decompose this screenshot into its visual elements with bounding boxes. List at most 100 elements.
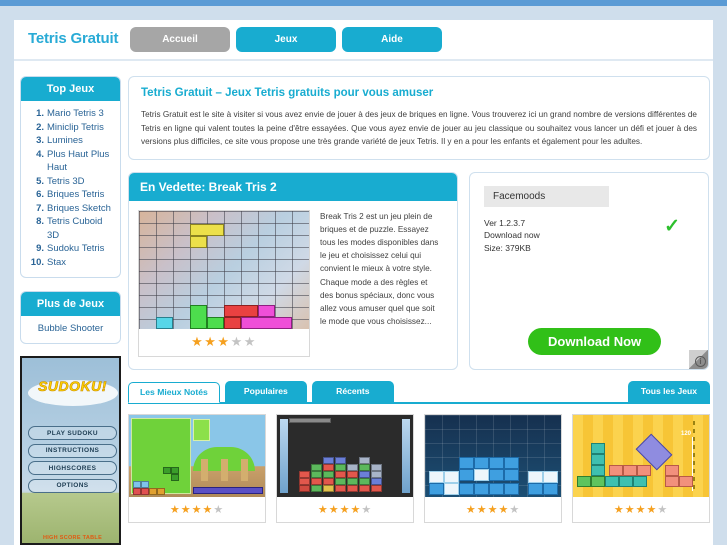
block-ice-blue [489,456,504,469]
sudoku-options-button[interactable]: OPTIONS [28,478,117,493]
brick-green-1 [190,304,207,329]
block-salmon [679,475,693,487]
featured-body: ★★★★★ Break Tris 2 est un jeu plein de b… [129,201,457,369]
sidebar-game-5[interactable]: Tetris 3D [25,175,116,189]
block-green [577,475,591,487]
block-gray [371,463,382,471]
top-games-list: Mario Tetris 3 Miniclip Tetris Lumines P… [25,107,116,269]
block-green [335,463,346,471]
height-label: 120 [680,430,691,437]
advertisement-box: Facemoods Ver 1.2.3.7 Download now Size:… [469,171,709,370]
nav-item-accueil[interactable]: Accueil [130,27,230,52]
sidebar-game-4[interactable]: Plus Haut Plus Haut [25,148,116,175]
block-green [163,466,171,474]
block-gray [371,470,382,478]
star-filled: ★ [498,503,510,516]
block-salmon [637,464,651,476]
status-bar-graphic [193,486,263,494]
sidebar-game-10[interactable]: Stax [25,256,116,270]
top-games-body: Mario Tetris 3 Miniclip Tetris Lumines P… [21,101,120,277]
block-ice-white [543,470,558,483]
sidebar-game-3[interactable]: Lumines [25,134,116,148]
brick-yellow-2 [190,235,207,248]
block-yellow [323,484,334,492]
ad-download-now-text: Download now [484,230,540,240]
game-card-1[interactable]: ★★★★★ [128,413,266,523]
nav-item-jeux[interactable]: Jeux [236,27,336,52]
tab-les-mieux-notes[interactable]: Les Mieux Notés [128,381,220,403]
sudoku-instructions-button[interactable]: INSTRUCTIONS [28,443,117,458]
sudoku-play-button[interactable]: PLAY SUDOKU [28,426,117,440]
ad-inner: Facemoods Ver 1.2.3.7 Download now Size:… [470,173,708,369]
sudoku-ad-footer: HIGH SCORE TABLE [42,535,103,541]
star-filled: ★ [635,503,647,516]
game-thumbnail-1 [129,414,265,497]
ad-info-badge[interactable]: i [689,349,708,369]
star-filled: ★ [191,333,205,349]
block-ice-blue [474,456,489,469]
game-thumbnail-2 [277,414,413,497]
star-filled: ★ [613,503,625,516]
block-ice-blue [528,482,543,495]
sidebar-game-6[interactable]: Briques Tetris [25,188,116,202]
sudoku-highscores-button[interactable]: HIGHSCORES [28,461,117,475]
tab-recents[interactable]: Récents [311,380,394,402]
star-filled: ★ [476,503,488,516]
brick-magenta-2 [241,316,292,329]
download-now-button[interactable]: Download Now [528,327,662,355]
block-green [171,473,179,481]
block-salmon [623,464,637,476]
block-ice-white [429,470,444,483]
sidebar-game-7[interactable]: Briques Sketch [25,202,116,216]
block-ice-white [444,482,459,495]
game-rating-2: ★★★★★ [277,497,413,522]
block-green [335,477,346,485]
block-blue [133,480,141,488]
tab-tous-les-jeux[interactable]: Tous les Jeux [628,380,710,402]
sidebar-game-9[interactable]: Sudoku Tetris [25,242,116,256]
sidebar-game-8[interactable]: Tetris Cuboid 3D [25,215,116,242]
block-red [299,477,310,485]
block-red [299,484,310,492]
ad-size: Size: 379KB [484,242,531,253]
featured-thumbnail-card[interactable]: ★★★★★ [138,209,310,357]
block-blue [359,470,370,478]
checkmark-icon: ✓ [664,215,680,237]
block-red [323,477,334,485]
game-thumbnail-4: 120 [573,414,709,497]
sidebar-game-2[interactable]: Miniclip Tetris [25,121,116,135]
block-red [347,470,358,478]
sidebar-link-bubble-shooter[interactable]: Bubble Shooter [21,316,120,343]
ad-product-title: Facemoods [484,185,609,207]
block-ice-white [474,468,489,481]
intro-panel: Tetris Gratuit – Jeux Tetris gratuits po… [128,76,710,160]
sidebar-game-1[interactable]: Mario Tetris 3 [25,107,116,121]
featured-game-screenshot [139,210,309,329]
block-red [323,463,334,471]
star-filled: ★ [350,503,362,516]
star-empty: ★ [243,333,257,349]
featured-panel: En Vedette: Break Tris 2 ★★★★★ Break Tri… [128,171,458,370]
star-filled: ★ [191,503,203,516]
star-filled: ★ [339,503,351,516]
top-games-panel: Top Jeux Mario Tetris 3 Miniclip Tetris … [20,76,121,278]
block-orange [149,487,157,495]
game-rating-1: ★★★★★ [129,497,265,522]
game-card-2[interactable]: ★★★★★ [276,413,414,523]
sudoku-ad-banner[interactable]: SUDOKU! PLAY SUDOKU INSTRUCTIONS HIGHSCO… [20,356,121,545]
tab-populaires[interactable]: Populaires [224,380,307,402]
brick-green-2 [207,316,224,329]
block-orange [157,487,165,495]
block-teal [619,475,633,487]
star-filled: ★ [180,503,192,516]
star-empty: ★ [657,503,669,516]
block-salmon [609,464,623,476]
nav-item-aide[interactable]: Aide [342,27,442,52]
block-green [171,466,179,474]
star-filled: ★ [624,503,636,516]
block-salmon [665,464,679,476]
block-green [323,470,334,478]
site-brand[interactable]: Tetris Gratuit [28,30,118,47]
game-card-3[interactable]: ★★★★★ [424,413,562,523]
game-card-4[interactable]: 120 ★★★★★ [572,413,710,523]
